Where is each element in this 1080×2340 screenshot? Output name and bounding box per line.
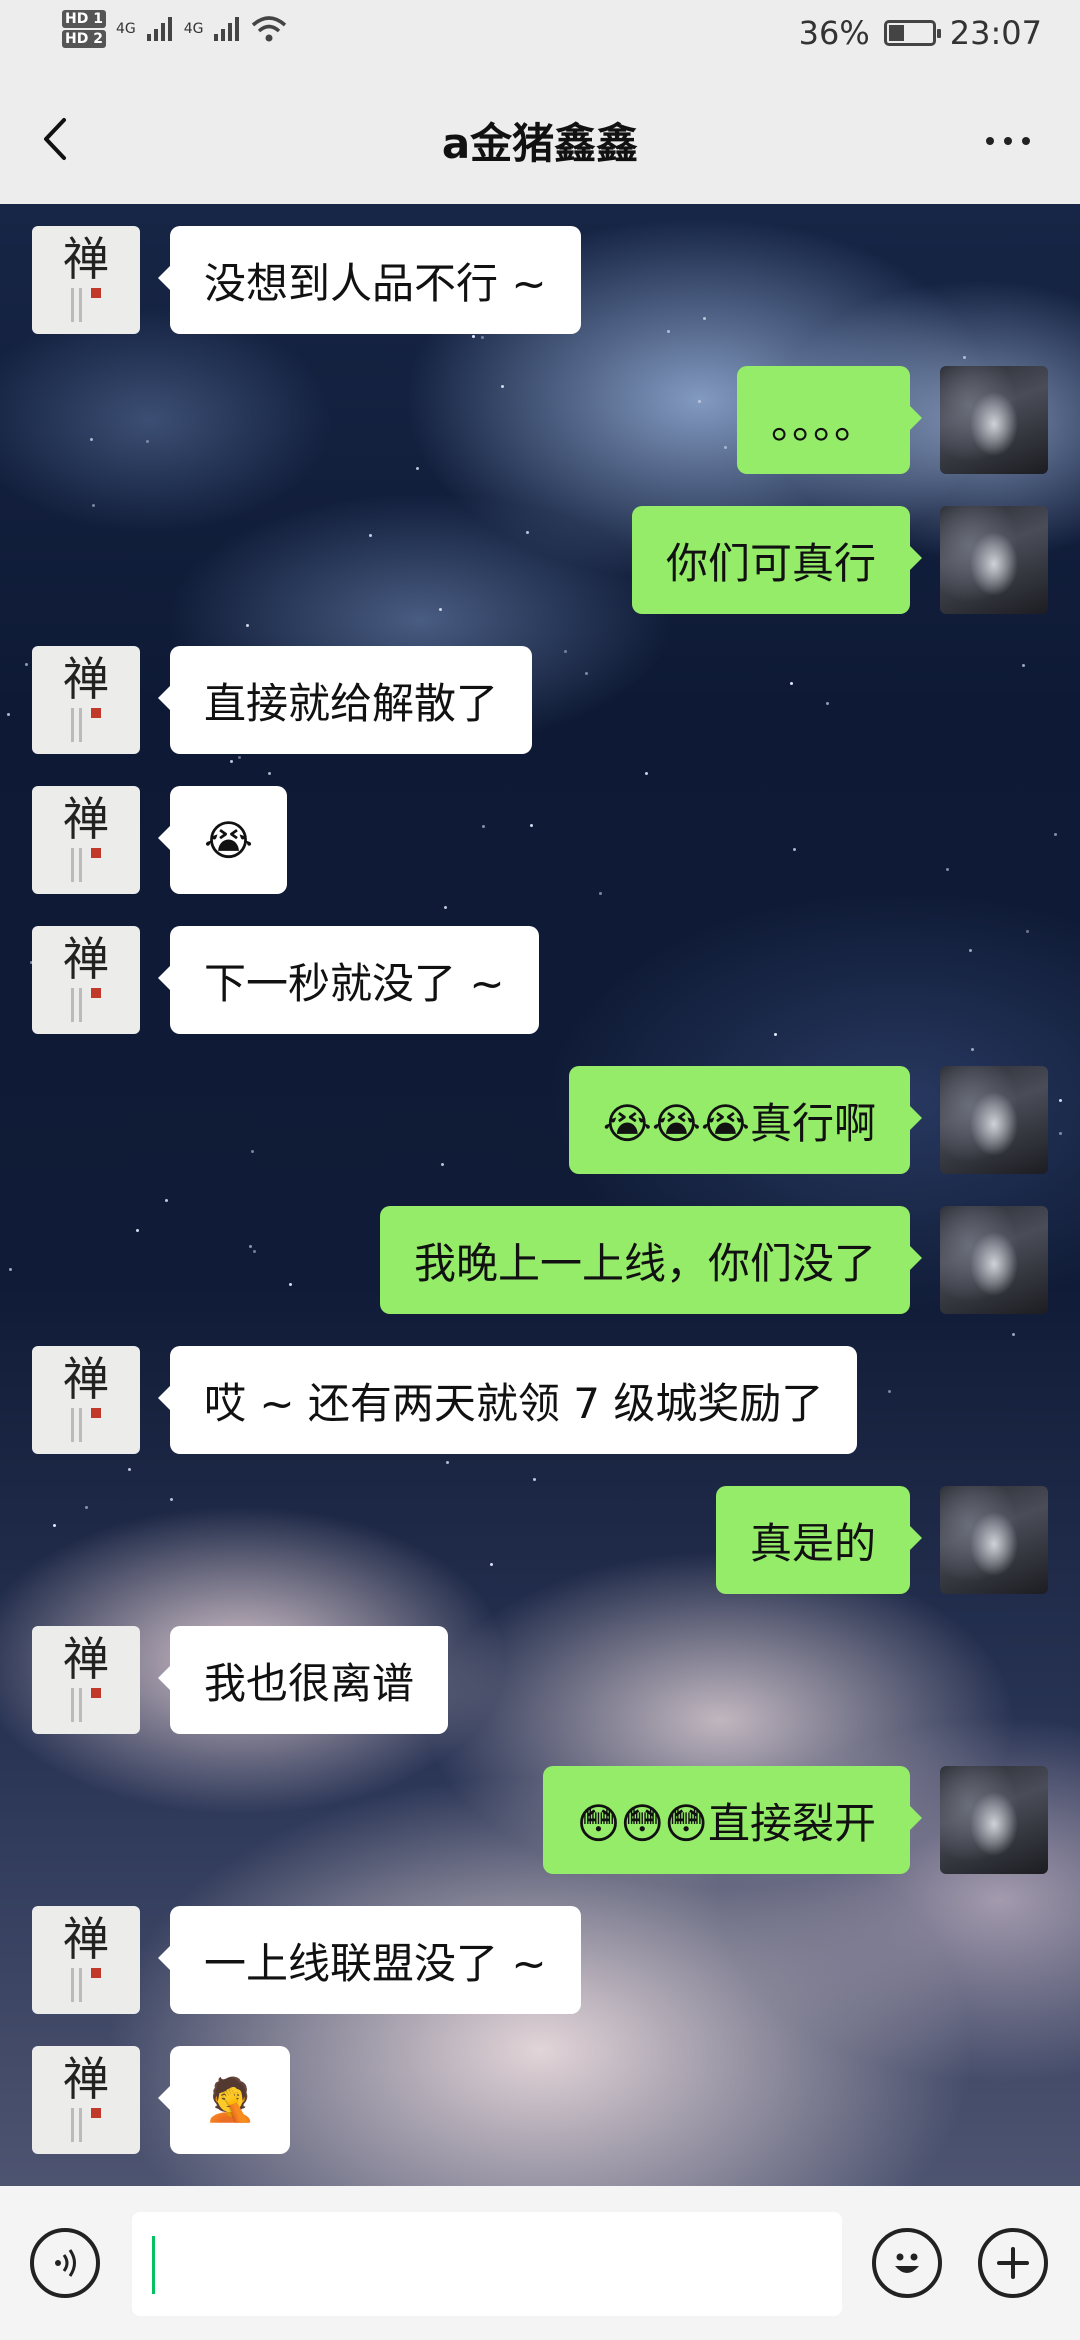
avatar-ornament bbox=[71, 848, 101, 882]
status-bar: HD 1 HD 2 4G 4G 36% 23:07 bbox=[0, 0, 1080, 76]
message-row: 真是的 bbox=[0, 1486, 1080, 1594]
contact-avatar[interactable]: 禅 bbox=[32, 646, 140, 754]
battery-icon bbox=[883, 20, 941, 46]
my-avatar[interactable] bbox=[940, 506, 1048, 614]
more-button[interactable] bbox=[986, 126, 1046, 156]
message-row: 禅我也很离谱 bbox=[0, 1626, 1080, 1734]
avatar-glyph: 禅 bbox=[63, 792, 109, 846]
message-row: 😭😭😭真行啊 bbox=[0, 1066, 1080, 1174]
message-row: 禅哎 ~ 还有两天就领 7 级城奖励了 bbox=[0, 1346, 1080, 1454]
avatar-ornament bbox=[71, 1968, 101, 2002]
message-row: 你们可真行 bbox=[0, 506, 1080, 614]
contact-avatar[interactable]: 禅 bbox=[32, 1906, 140, 2014]
message-row: 禅 🤦 bbox=[0, 2046, 1080, 2154]
my-avatar[interactable] bbox=[940, 1066, 1048, 1174]
my-avatar[interactable] bbox=[940, 366, 1048, 474]
message-row: 禅没想到人品不行 ~ bbox=[0, 226, 1080, 334]
message-bubble[interactable]: 你们可真行 bbox=[631, 506, 923, 614]
chat-title: a金猪鑫鑫 bbox=[441, 118, 639, 168]
message-row: 我晚上一上线，你们没了 bbox=[0, 1206, 1080, 1314]
emoji-icon bbox=[895, 2253, 919, 2273]
message-bubble[interactable]: 真是的 bbox=[715, 1486, 923, 1594]
message-bubble[interactable]: 我也很离谱 bbox=[157, 1626, 449, 1734]
input-bar bbox=[0, 2186, 1080, 2340]
message-row: 禅 😭 bbox=[0, 786, 1080, 894]
contact-avatar[interactable]: 禅 bbox=[32, 226, 140, 334]
chat-header: a金猪鑫鑫 bbox=[0, 76, 1080, 204]
message-bubble[interactable]: 直接就给解散了 bbox=[157, 646, 533, 754]
avatar-glyph: 禅 bbox=[63, 232, 109, 286]
avatar-glyph: 禅 bbox=[63, 1632, 109, 1686]
contact-avatar[interactable]: 禅 bbox=[32, 1626, 140, 1734]
back-button[interactable] bbox=[32, 114, 82, 164]
avatar-glyph: 禅 bbox=[63, 1912, 109, 1966]
message-bubble[interactable]: 我晚上一上线，你们没了 bbox=[379, 1206, 923, 1314]
message-row: 。。。。 bbox=[0, 366, 1080, 474]
more-horizontal-icon bbox=[986, 137, 994, 145]
text-caret bbox=[152, 2236, 155, 2294]
voice-icon bbox=[55, 2249, 76, 2277]
avatar-glyph: 禅 bbox=[63, 2052, 109, 2106]
signal-icon bbox=[214, 17, 240, 41]
avatar-ornament bbox=[71, 1408, 101, 1442]
voice-button[interactable] bbox=[30, 2228, 100, 2298]
message-row: 禅直接就给解散了 bbox=[0, 646, 1080, 754]
plus-icon bbox=[997, 2247, 1029, 2279]
signal-indicators: HD 1 HD 2 4G 4G bbox=[62, 10, 287, 48]
my-avatar[interactable] bbox=[940, 1486, 1048, 1594]
clock: 23:07 bbox=[949, 14, 1042, 52]
avatar-ornament bbox=[71, 1688, 101, 1722]
sim2-hd-badge: HD 2 bbox=[62, 30, 106, 48]
battery-percent: 36% bbox=[798, 14, 870, 52]
message-bubble[interactable]: 哎 ~ 还有两天就领 7 级城奖励了 bbox=[157, 1346, 858, 1454]
avatar-glyph: 禅 bbox=[63, 1352, 109, 1406]
plus-button[interactable] bbox=[978, 2228, 1048, 2298]
message-bubble[interactable]: 下一秒就没了 ~ bbox=[158, 926, 539, 1034]
message-row: 😳😳😳直接裂开 bbox=[0, 1766, 1080, 1874]
contact-avatar[interactable]: 禅 bbox=[32, 1346, 140, 1454]
message-bubble[interactable]: 。。。。 bbox=[736, 366, 923, 474]
avatar-ornament bbox=[71, 2108, 101, 2142]
message-bubble[interactable]: 🤦 bbox=[157, 2046, 291, 2154]
contact-avatar[interactable]: 禅 bbox=[32, 786, 140, 894]
contact-avatar[interactable]: 禅 bbox=[32, 2046, 140, 2154]
message-bubble[interactable]: 😭😭😭真行啊 bbox=[568, 1066, 923, 1174]
avatar-glyph: 禅 bbox=[63, 652, 109, 706]
signal-icon bbox=[146, 17, 172, 41]
wifi-icon bbox=[252, 16, 287, 42]
avatar-ornament bbox=[71, 288, 101, 322]
chevron-left-icon bbox=[44, 118, 66, 160]
message-input[interactable] bbox=[132, 2212, 842, 2316]
message-bubble[interactable]: 一上线联盟没了 ~ bbox=[158, 1906, 581, 2014]
my-avatar[interactable] bbox=[940, 1766, 1048, 1874]
sim1-hd-badge: HD 1 bbox=[62, 10, 106, 28]
message-row: 禅一上线联盟没了 ~ bbox=[0, 1906, 1080, 2014]
my-avatar[interactable] bbox=[940, 1206, 1048, 1314]
message-row: 禅下一秒就没了 ~ bbox=[0, 926, 1080, 1034]
avatar-ornament bbox=[71, 708, 101, 742]
message-bubble[interactable]: 没想到人品不行 ~ bbox=[158, 226, 581, 334]
emoji-button[interactable] bbox=[872, 2228, 942, 2298]
contact-avatar[interactable]: 禅 bbox=[32, 926, 140, 1034]
avatar-ornament bbox=[71, 988, 101, 1022]
message-bubble[interactable]: 😭 bbox=[157, 786, 288, 894]
sim1-network-label: 4G bbox=[115, 21, 136, 37]
avatar-glyph: 禅 bbox=[63, 932, 109, 986]
message-bubble[interactable]: 😳😳😳直接裂开 bbox=[542, 1766, 923, 1874]
sim2-network-label: 4G bbox=[183, 21, 204, 37]
